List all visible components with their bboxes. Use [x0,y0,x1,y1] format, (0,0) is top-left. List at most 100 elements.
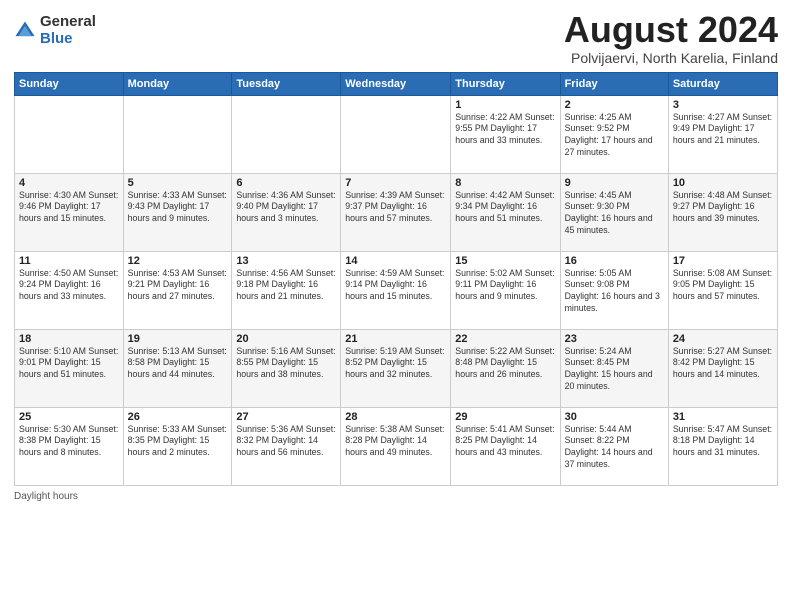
calendar-cell: 8Sunrise: 4:42 AM Sunset: 9:34 PM Daylig… [451,173,560,251]
calendar-header-row: SundayMondayTuesdayWednesdayThursdayFrid… [15,72,778,95]
day-info: Sunrise: 5:16 AM Sunset: 8:55 PM Dayligh… [236,346,336,382]
calendar-cell: 13Sunrise: 4:56 AM Sunset: 9:18 PM Dayli… [232,251,341,329]
day-number: 7 [345,177,446,189]
day-number: 29 [455,411,555,423]
calendar-cell: 2Sunrise: 4:25 AM Sunset: 9:52 PM Daylig… [560,95,668,173]
weekday-header: Sunday [15,72,124,95]
day-number: 28 [345,411,446,423]
header: General Blue August 2024 Polvijaervi, No… [14,10,778,66]
calendar-cell: 28Sunrise: 5:38 AM Sunset: 8:28 PM Dayli… [341,407,451,485]
day-number: 13 [236,255,336,267]
day-number: 18 [19,333,119,345]
day-info: Sunrise: 4:36 AM Sunset: 9:40 PM Dayligh… [236,190,336,226]
calendar-cell: 18Sunrise: 5:10 AM Sunset: 9:01 PM Dayli… [15,329,124,407]
calendar-cell: 1Sunrise: 4:22 AM Sunset: 9:55 PM Daylig… [451,95,560,173]
calendar-cell: 19Sunrise: 5:13 AM Sunset: 8:58 PM Dayli… [123,329,232,407]
calendar-cell: 26Sunrise: 5:33 AM Sunset: 8:35 PM Dayli… [123,407,232,485]
calendar-cell: 4Sunrise: 4:30 AM Sunset: 9:46 PM Daylig… [15,173,124,251]
calendar-subtitle: Polvijaervi, North Karelia, Finland [564,50,778,66]
day-number: 26 [128,411,228,423]
calendar-week-row: 18Sunrise: 5:10 AM Sunset: 9:01 PM Dayli… [15,329,778,407]
calendar-cell [15,95,124,173]
day-number: 22 [455,333,555,345]
day-info: Sunrise: 4:53 AM Sunset: 9:21 PM Dayligh… [128,268,228,304]
calendar-cell: 27Sunrise: 5:36 AM Sunset: 8:32 PM Dayli… [232,407,341,485]
calendar-cell: 11Sunrise: 4:50 AM Sunset: 9:24 PM Dayli… [15,251,124,329]
day-number: 23 [565,333,664,345]
day-number: 6 [236,177,336,189]
day-info: Sunrise: 4:33 AM Sunset: 9:43 PM Dayligh… [128,190,228,226]
day-info: Sunrise: 5:22 AM Sunset: 8:48 PM Dayligh… [455,346,555,382]
day-info: Sunrise: 4:27 AM Sunset: 9:49 PM Dayligh… [673,112,773,148]
day-number: 2 [565,99,664,111]
day-number: 5 [128,177,228,189]
day-number: 20 [236,333,336,345]
day-number: 31 [673,411,773,423]
calendar-title: August 2024 [564,10,778,50]
calendar-cell: 25Sunrise: 5:30 AM Sunset: 8:38 PM Dayli… [15,407,124,485]
calendar-cell: 20Sunrise: 5:16 AM Sunset: 8:55 PM Dayli… [232,329,341,407]
day-info: Sunrise: 4:25 AM Sunset: 9:52 PM Dayligh… [565,112,664,160]
day-info: Sunrise: 4:59 AM Sunset: 9:14 PM Dayligh… [345,268,446,304]
day-number: 3 [673,99,773,111]
calendar-cell: 10Sunrise: 4:48 AM Sunset: 9:27 PM Dayli… [668,173,777,251]
calendar-cell: 7Sunrise: 4:39 AM Sunset: 9:37 PM Daylig… [341,173,451,251]
day-number: 27 [236,411,336,423]
day-number: 12 [128,255,228,267]
calendar-cell: 23Sunrise: 5:24 AM Sunset: 8:45 PM Dayli… [560,329,668,407]
calendar-cell [123,95,232,173]
day-number: 25 [19,411,119,423]
weekday-header: Tuesday [232,72,341,95]
calendar-table: SundayMondayTuesdayWednesdayThursdayFrid… [14,72,778,486]
calendar-cell: 15Sunrise: 5:02 AM Sunset: 9:11 PM Dayli… [451,251,560,329]
calendar-cell: 21Sunrise: 5:19 AM Sunset: 8:52 PM Dayli… [341,329,451,407]
calendar-week-row: 11Sunrise: 4:50 AM Sunset: 9:24 PM Dayli… [15,251,778,329]
day-number: 30 [565,411,664,423]
title-block: August 2024 Polvijaervi, North Karelia, … [564,10,778,66]
footer-note: Daylight hours [14,491,778,502]
calendar-week-row: 25Sunrise: 5:30 AM Sunset: 8:38 PM Dayli… [15,407,778,485]
day-number: 19 [128,333,228,345]
day-number: 17 [673,255,773,267]
logo-text: General Blue [40,14,96,47]
calendar-cell: 29Sunrise: 5:41 AM Sunset: 8:25 PM Dayli… [451,407,560,485]
calendar-cell: 6Sunrise: 4:36 AM Sunset: 9:40 PM Daylig… [232,173,341,251]
day-number: 11 [19,255,119,267]
day-info: Sunrise: 5:19 AM Sunset: 8:52 PM Dayligh… [345,346,446,382]
day-info: Sunrise: 5:36 AM Sunset: 8:32 PM Dayligh… [236,424,336,460]
logo: General Blue [14,14,96,47]
day-number: 9 [565,177,664,189]
day-number: 24 [673,333,773,345]
calendar-cell: 14Sunrise: 4:59 AM Sunset: 9:14 PM Dayli… [341,251,451,329]
day-info: Sunrise: 4:45 AM Sunset: 9:30 PM Dayligh… [565,190,664,238]
day-info: Sunrise: 4:22 AM Sunset: 9:55 PM Dayligh… [455,112,555,148]
calendar-cell: 22Sunrise: 5:22 AM Sunset: 8:48 PM Dayli… [451,329,560,407]
day-info: Sunrise: 5:10 AM Sunset: 9:01 PM Dayligh… [19,346,119,382]
weekday-header: Saturday [668,72,777,95]
day-number: 14 [345,255,446,267]
calendar-week-row: 4Sunrise: 4:30 AM Sunset: 9:46 PM Daylig… [15,173,778,251]
day-info: Sunrise: 5:47 AM Sunset: 8:18 PM Dayligh… [673,424,773,460]
weekday-header: Friday [560,72,668,95]
day-info: Sunrise: 4:48 AM Sunset: 9:27 PM Dayligh… [673,190,773,226]
page: General Blue August 2024 Polvijaervi, No… [0,0,792,612]
day-info: Sunrise: 5:13 AM Sunset: 8:58 PM Dayligh… [128,346,228,382]
day-info: Sunrise: 4:30 AM Sunset: 9:46 PM Dayligh… [19,190,119,226]
logo-blue-text: Blue [40,31,96,48]
logo-general-text: General [40,14,96,31]
day-info: Sunrise: 5:30 AM Sunset: 8:38 PM Dayligh… [19,424,119,460]
day-info: Sunrise: 5:33 AM Sunset: 8:35 PM Dayligh… [128,424,228,460]
day-number: 21 [345,333,446,345]
calendar-cell: 17Sunrise: 5:08 AM Sunset: 9:05 PM Dayli… [668,251,777,329]
logo-icon [14,20,36,42]
calendar-cell: 31Sunrise: 5:47 AM Sunset: 8:18 PM Dayli… [668,407,777,485]
day-number: 10 [673,177,773,189]
day-info: Sunrise: 5:08 AM Sunset: 9:05 PM Dayligh… [673,268,773,304]
calendar-cell: 5Sunrise: 4:33 AM Sunset: 9:43 PM Daylig… [123,173,232,251]
day-number: 15 [455,255,555,267]
weekday-header: Wednesday [341,72,451,95]
calendar-week-row: 1Sunrise: 4:22 AM Sunset: 9:55 PM Daylig… [15,95,778,173]
day-info: Sunrise: 4:56 AM Sunset: 9:18 PM Dayligh… [236,268,336,304]
calendar-cell: 9Sunrise: 4:45 AM Sunset: 9:30 PM Daylig… [560,173,668,251]
calendar-cell: 24Sunrise: 5:27 AM Sunset: 8:42 PM Dayli… [668,329,777,407]
